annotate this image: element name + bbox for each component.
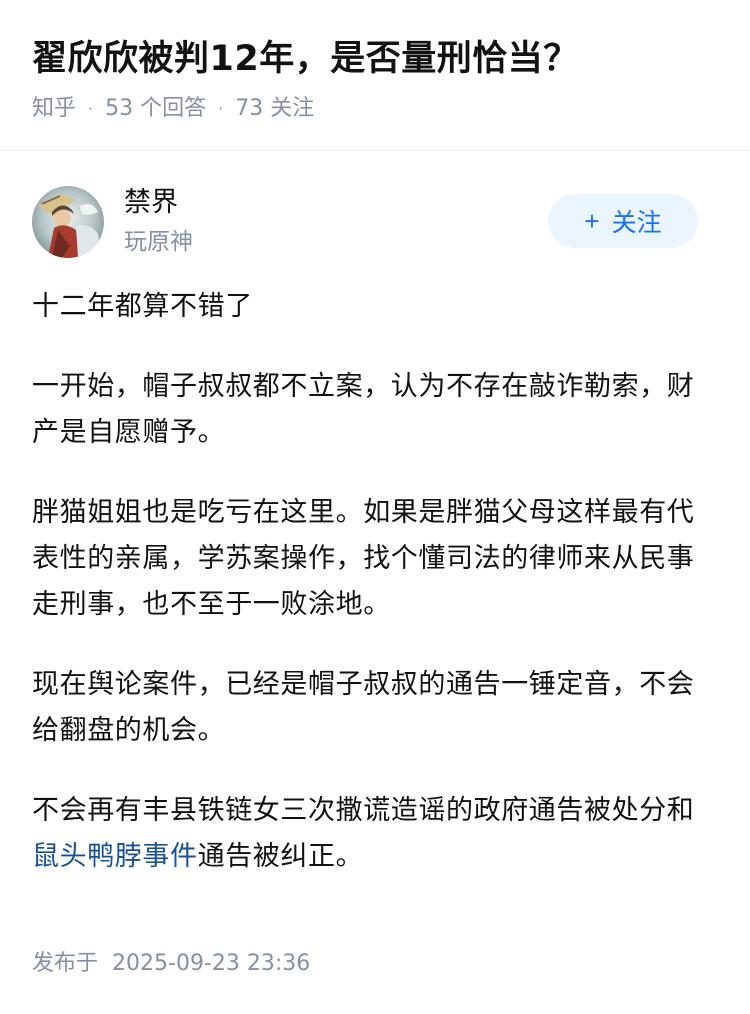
follower-count[interactable]: 73 关注 <box>235 90 314 128</box>
question-header: 翟欣欣被判12年，是否量刑恰当？ 知乎 · 53 个回答 · 73 关注 <box>32 30 722 128</box>
follow-button[interactable]: + 关注 <box>548 194 698 248</box>
answer-text: 不会再有丰县铁链女三次撒谎造谣的政府通告被处分和 <box>32 795 695 826</box>
publish-time: 发布于 2025-09-23 23:36 <box>32 945 310 983</box>
author-bio: 玩原神 <box>124 229 193 255</box>
question-title[interactable]: 翟欣欣被判12年，是否量刑恰当？ <box>32 30 722 88</box>
answer-content: 十二年都算不错了 一开始，帽子叔叔都不立案，认为不存在敲诈勒索，财产是自愿赠予。… <box>32 284 712 914</box>
meta-separator: · <box>218 99 224 118</box>
avatar[interactable] <box>32 186 104 258</box>
answer-count[interactable]: 53 个回答 <box>105 90 206 128</box>
topic-link[interactable]: 鼠头鸭脖事件 <box>32 841 198 872</box>
answer-paragraph: 胖猫姐姐也是吃亏在这里。如果是胖猫父母这样最有代表性的亲属，学苏案操作，找个懂司… <box>32 497 695 620</box>
source-label[interactable]: 知乎 <box>32 90 76 128</box>
answer-text: 通告被纠正。 <box>197 841 364 872</box>
publish-timestamp: 2025-09-23 23:36 <box>112 951 311 976</box>
answer-paragraph: 不会再有丰县铁链女三次撒谎造谣的政府通告被处分和鼠头鸭脖事件通告被纠正。 <box>32 788 712 880</box>
publish-label: 发布于 <box>32 951 99 976</box>
header-divider <box>0 150 750 151</box>
answer-paragraph: 一开始，帽子叔叔都不立案，认为不存在敲诈勒索，财产是自愿赠予。 <box>32 371 695 448</box>
follow-label: 关注 <box>611 209 662 237</box>
plus-icon: + <box>584 206 600 236</box>
answer-paragraph: 十二年都算不错了 <box>32 291 253 322</box>
avatar-image <box>32 186 104 258</box>
author-card: 禁界 玩原神 + 关注 <box>32 184 718 260</box>
question-meta: 知乎 · 53 个回答 · 73 关注 <box>32 90 722 128</box>
author-name[interactable]: 禁界 <box>124 184 178 222</box>
answer-paragraph: 现在舆论案件，已经是帽子叔叔的通告一锤定音，不会给翻盘的机会。 <box>32 669 695 746</box>
meta-separator: · <box>88 99 94 118</box>
